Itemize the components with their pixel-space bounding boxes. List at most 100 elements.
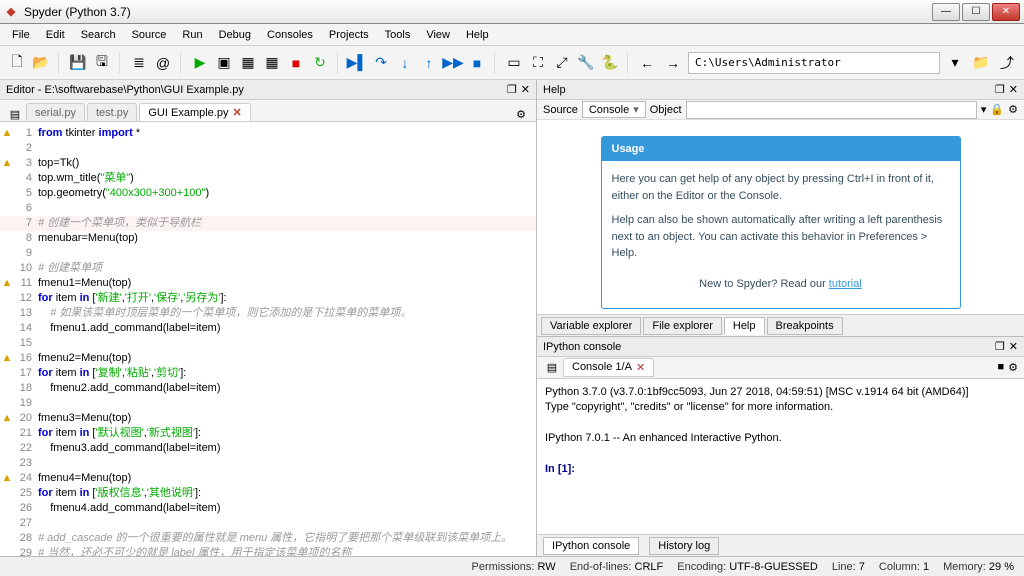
file-tab[interactable]: GUI Example.py✕ [139, 103, 250, 121]
code-line[interactable]: ▲24fmenu4=Menu(top) [0, 471, 536, 486]
restart-icon[interactable]: ↻ [309, 52, 331, 74]
debug-play-icon[interactable]: ▶▌ [346, 52, 368, 74]
panel-tab-help[interactable]: Help [724, 317, 765, 335]
step-in-icon[interactable]: ↓ [394, 52, 416, 74]
close-button[interactable]: ✕ [992, 3, 1020, 21]
maximize-pane-icon[interactable]: ⛶ [527, 52, 549, 74]
browse-icon[interactable]: 📁 [970, 52, 992, 74]
python-path-icon[interactable]: 🐍 [599, 52, 621, 74]
console-foot-tab[interactable]: IPython console [543, 537, 639, 555]
parent-dir-icon[interactable]: ⤴ [996, 52, 1018, 74]
step-over-icon[interactable]: ↷ [370, 52, 392, 74]
menu-projects[interactable]: Projects [321, 26, 377, 44]
code-line[interactable]: 5top.geometry("400x300+300+100") [0, 186, 536, 201]
stop-debug-icon[interactable]: ■ [466, 52, 488, 74]
menu-help[interactable]: Help [458, 26, 497, 44]
console-prompt[interactable]: In [1]: [545, 462, 1016, 477]
code-line[interactable]: ▲1from tkinter import * [0, 126, 536, 141]
code-line[interactable]: 15 [0, 336, 536, 351]
run-selected-icon[interactable]: ▦ [237, 52, 259, 74]
menu-consoles[interactable]: Consoles [259, 26, 321, 44]
code-line[interactable]: 23 [0, 456, 536, 471]
code-line[interactable]: 12for item in ['新建','打开','保存','另存为']: [0, 291, 536, 306]
object-input[interactable] [686, 101, 977, 119]
file-tab[interactable]: test.py [87, 103, 137, 121]
preferences-icon[interactable]: 🔧 [575, 52, 597, 74]
at-icon[interactable]: @ [152, 52, 174, 74]
code-line[interactable]: 2 [0, 141, 536, 156]
interrupt-icon[interactable]: ■ [997, 361, 1004, 374]
code-line[interactable]: 18 fmenu2.add_command(label=item) [0, 381, 536, 396]
stop-icon[interactable]: ■ [285, 52, 307, 74]
step-out-icon[interactable]: ↑ [418, 52, 440, 74]
code-editor[interactable]: ▲1from tkinter import *2▲3top=Tk()4top.w… [0, 122, 536, 556]
menu-debug[interactable]: Debug [211, 26, 259, 44]
code-line[interactable]: 4top.wm_title("菜单") [0, 171, 536, 186]
code-line[interactable]: 19 [0, 396, 536, 411]
back-icon[interactable]: ← [636, 52, 658, 74]
code-line[interactable]: 21for item in ['默认视图','新式视图']: [0, 426, 536, 441]
continue-icon[interactable]: ▶▶ [442, 52, 464, 74]
path-dropdown-icon[interactable]: ▾ [944, 52, 966, 74]
code-line[interactable]: 29# 当然，还必不可少的就是 label 属性，用于指定该菜单项的名称 [0, 546, 536, 556]
run-cell-advance-icon[interactable]: ▦ [261, 52, 283, 74]
menu-run[interactable]: Run [174, 26, 210, 44]
code-line[interactable]: 9 [0, 246, 536, 261]
close-icon[interactable]: ✕ [232, 106, 241, 119]
save-all-icon[interactable]: 🖫 [91, 52, 113, 74]
menu-tools[interactable]: Tools [377, 26, 419, 44]
lock-icon[interactable]: 🔒 [990, 103, 1004, 116]
console-tab[interactable]: Console 1/A ✕ [563, 358, 654, 377]
source-dropdown[interactable]: Console [582, 101, 646, 118]
undock-icon[interactable]: ❐ [507, 83, 517, 96]
console-options-icon[interactable]: ⚙ [1008, 361, 1018, 374]
console-foot-tab[interactable]: History log [649, 537, 719, 555]
help-dropdown-icon[interactable]: ▾ [981, 103, 987, 116]
code-line[interactable]: 17for item in ['复制','粘贴','剪切']: [0, 366, 536, 381]
new-file-icon[interactable]: 🗋 [6, 52, 28, 74]
code-line[interactable]: 22 fmenu3.add_command(label=item) [0, 441, 536, 456]
code-line[interactable]: ▲11fmenu1=Menu(top) [0, 276, 536, 291]
code-line[interactable]: 10# 创建菜单项 [0, 261, 536, 276]
maximize-button[interactable]: ☐ [962, 3, 990, 21]
code-line[interactable]: 14 fmenu1.add_command(label=item) [0, 321, 536, 336]
open-file-icon[interactable]: 📂 [30, 52, 52, 74]
code-line[interactable]: 25for item in ['版权信息','其他说明']: [0, 486, 536, 501]
tabs-list-icon[interactable]: ▤ [6, 108, 24, 121]
close-pane-icon[interactable]: ✕ [1009, 83, 1018, 96]
undock-icon[interactable]: ❐ [995, 83, 1005, 96]
code-line[interactable]: ▲3top=Tk() [0, 156, 536, 171]
menu-edit[interactable]: Edit [38, 26, 73, 44]
code-line[interactable]: ▲20fmenu3=Menu(top) [0, 411, 536, 426]
tutorial-link[interactable]: tutorial [829, 278, 862, 290]
code-line[interactable]: 27 [0, 516, 536, 531]
editor-options-icon[interactable]: ⚙ [512, 108, 530, 121]
menu-file[interactable]: File [4, 26, 38, 44]
console-list-icon[interactable]: ▤ [543, 358, 561, 377]
code-line[interactable]: 28# add_cascade 的一个很重要的属性就是 menu 属性，它指明了… [0, 531, 536, 546]
close-pane-icon[interactable]: ✕ [521, 83, 530, 96]
run-cell-icon[interactable]: ▣ [213, 52, 235, 74]
save-icon[interactable]: 💾 [67, 52, 89, 74]
panel-tab-breakpoints[interactable]: Breakpoints [767, 317, 843, 335]
menu-search[interactable]: Search [73, 26, 124, 44]
code-line[interactable]: 26 fmenu4.add_command(label=item) [0, 501, 536, 516]
panel-tab-file-explorer[interactable]: File explorer [643, 317, 722, 335]
undock-icon[interactable]: ❐ [995, 340, 1005, 353]
code-line[interactable]: 13 # 如果该菜单时顶层菜单的一个菜单项，则它添加的是下拉菜单的菜单项。 [0, 306, 536, 321]
close-icon[interactable]: ✕ [636, 361, 645, 374]
forward-icon[interactable]: → [662, 52, 684, 74]
fullscreen-icon[interactable]: ⤢ [551, 52, 573, 74]
working-dir-input[interactable] [688, 52, 940, 74]
list-icon[interactable]: ≣ [128, 52, 150, 74]
close-pane-icon[interactable]: ✕ [1009, 340, 1018, 353]
code-line[interactable]: 7# 创建一个菜单项，类似于导航栏 [0, 216, 536, 231]
console-output[interactable]: Python 3.7.0 (v3.7.0:1bf9cc5093, Jun 27 … [537, 379, 1024, 534]
file-tab[interactable]: serial.py [26, 103, 85, 121]
run-icon[interactable]: ▶ [189, 52, 211, 74]
code-line[interactable]: 6 [0, 201, 536, 216]
window-layout-icon[interactable]: ▭ [503, 52, 525, 74]
minimize-button[interactable]: — [932, 3, 960, 21]
panel-tab-variable-explorer[interactable]: Variable explorer [541, 317, 641, 335]
help-options-icon[interactable]: ⚙ [1008, 103, 1018, 116]
